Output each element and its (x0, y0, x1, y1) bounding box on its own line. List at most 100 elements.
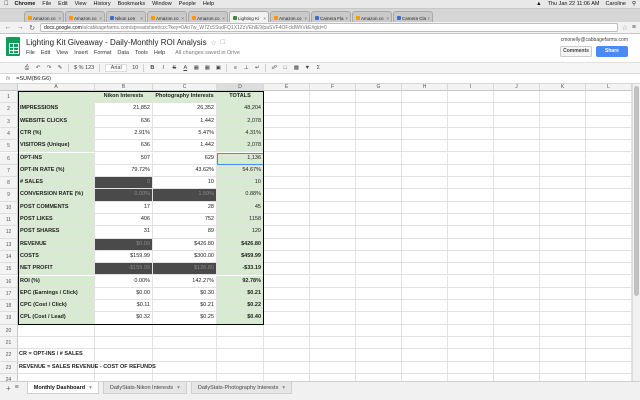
empty-cell[interactable] (264, 324, 310, 337)
table-cell[interactable]: $426.80 (153, 238, 217, 251)
row-header[interactable]: 11 (0, 214, 18, 227)
table-cell[interactable]: $0.00 (95, 238, 153, 251)
empty-cell[interactable] (264, 127, 310, 141)
empty-cell[interactable] (95, 337, 153, 350)
total-cell[interactable]: $459.99 (217, 250, 264, 264)
valign-icon[interactable]: ⊥ (243, 65, 249, 71)
browser-tab-active[interactable]: Lighting Ki × (229, 11, 269, 22)
table-cell[interactable]: 10 (153, 177, 217, 190)
empty-cell[interactable] (356, 263, 402, 276)
font-size-select[interactable]: 10 (132, 65, 138, 71)
empty-cell[interactable] (448, 263, 494, 276)
empty-cell[interactable] (494, 312, 540, 325)
row-label[interactable]: POST SHARES (18, 226, 95, 239)
empty-cell[interactable] (264, 337, 310, 350)
menu-file[interactable]: File (26, 50, 35, 56)
empty-cell[interactable] (356, 361, 402, 374)
empty-cell[interactable] (356, 164, 402, 178)
row-label[interactable]: POST COMMENTS (18, 201, 95, 214)
empty-cell[interactable] (310, 361, 356, 374)
table-cell[interactable]: 636 (95, 115, 153, 128)
table-cell[interactable]: 17 (95, 201, 153, 214)
table-cell[interactable]: 0.00% (95, 275, 153, 288)
empty-cell[interactable] (153, 324, 217, 337)
empty-cell[interactable] (264, 263, 310, 276)
empty-cell[interactable] (494, 373, 540, 381)
total-cell[interactable]: $0.40 (217, 312, 264, 325)
empty-cell[interactable] (448, 201, 494, 214)
table-cell[interactable]: 752 (153, 214, 217, 227)
empty-cell[interactable] (540, 189, 586, 202)
empty-cell[interactable] (310, 189, 356, 202)
row-label[interactable]: IMPRESSIONS (18, 103, 95, 116)
column-header[interactable]: L (586, 84, 632, 91)
search-icon[interactable]: ⚲ (632, 1, 636, 7)
empty-cell[interactable] (402, 324, 448, 337)
row-header[interactable]: 4 (0, 127, 18, 141)
row-header[interactable]: 24 (0, 373, 18, 381)
table-cell[interactable]: 31 (95, 226, 153, 239)
empty-cell[interactable] (448, 91, 494, 104)
table-cell[interactable]: $0.30 (153, 287, 217, 301)
undo-icon[interactable]: ↶ (35, 65, 41, 71)
empty-cell[interactable] (494, 127, 540, 141)
add-sheet-icon[interactable]: + (6, 384, 11, 393)
empty-cell[interactable] (310, 337, 356, 350)
empty-cell[interactable] (540, 177, 586, 190)
empty-cell[interactable] (264, 164, 310, 178)
empty-cell[interactable] (494, 140, 540, 153)
empty-cell[interactable] (448, 140, 494, 153)
menu-edit[interactable]: Edit (41, 50, 50, 56)
empty-cell[interactable] (494, 189, 540, 202)
row-header[interactable]: 21 (0, 337, 18, 350)
empty-cell[interactable] (310, 91, 356, 104)
empty-cell[interactable] (264, 189, 310, 202)
chart-icon[interactable]: ▩ (293, 65, 299, 71)
row-header[interactable]: 20 (0, 324, 18, 337)
empty-cell[interactable] (356, 275, 402, 288)
menu-history[interactable]: History (93, 1, 110, 7)
row-label[interactable]: VISITORS (Unique) (18, 140, 95, 153)
empty-cell[interactable] (264, 312, 310, 325)
column-header[interactable]: K (540, 84, 586, 91)
row-header[interactable]: 3 (0, 115, 18, 128)
row-header[interactable]: 22 (0, 349, 18, 362)
empty-cell[interactable] (402, 275, 448, 288)
empty-cell[interactable] (264, 361, 310, 374)
empty-cell[interactable] (448, 152, 494, 165)
column-header[interactable]: F (310, 84, 356, 91)
total-cell[interactable]: 92.78% (217, 275, 264, 288)
table-cell[interactable]: $159.99 (95, 250, 153, 264)
empty-cell[interactable] (494, 201, 540, 214)
empty-cell[interactable] (310, 312, 356, 325)
font-select[interactable]: Arial (105, 64, 128, 72)
empty-cell[interactable] (540, 250, 586, 264)
row-label[interactable]: CPC (Cost / Click) (18, 300, 95, 313)
empty-cell[interactable] (540, 115, 586, 128)
paint-format-icon[interactable]: ✎ (57, 65, 63, 71)
empty-cell[interactable] (540, 103, 586, 116)
doc-title[interactable]: Lighting Kit Giveaway - Daily-Monthly RO… (26, 38, 207, 47)
empty-cell[interactable] (540, 201, 586, 214)
table-cell[interactable]: $0.00 (95, 287, 153, 301)
total-cell[interactable]: 54.67% (217, 164, 264, 178)
table-cell[interactable]: 1,442 (153, 115, 217, 128)
row-label[interactable]: OPT-INS (18, 152, 95, 165)
empty-cell[interactable] (18, 324, 95, 337)
empty-cell[interactable] (540, 140, 586, 153)
sheet-list-icon[interactable]: ≡ (15, 384, 19, 391)
empty-cell[interactable] (264, 373, 310, 381)
empty-cell[interactable] (586, 287, 632, 301)
menu-people[interactable]: People (179, 1, 196, 7)
column-header[interactable]: C (153, 84, 217, 91)
table-cell[interactable]: 142.27% (153, 275, 217, 288)
empty-cell[interactable] (586, 238, 632, 251)
empty-cell[interactable] (494, 226, 540, 239)
empty-cell[interactable] (402, 226, 448, 239)
empty-cell[interactable] (264, 250, 310, 264)
empty-cell[interactable] (448, 164, 494, 178)
empty-cell[interactable] (264, 103, 310, 116)
url-input[interactable]: docs.google.com/a/cabbagefarms.com/sprea… (40, 23, 618, 32)
empty-cell[interactable] (264, 349, 310, 362)
row-header[interactable]: 16 (0, 275, 18, 288)
